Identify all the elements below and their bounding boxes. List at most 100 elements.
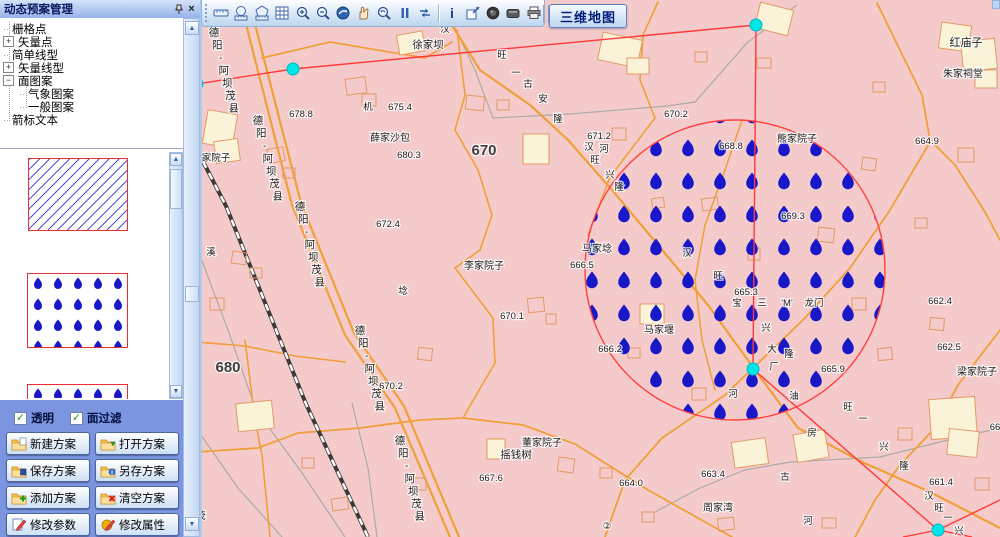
toolbar-grip[interactable]	[204, 3, 209, 23]
vertex-handle[interactable]	[747, 363, 759, 375]
scroll-down-icon[interactable]: ▼	[185, 517, 199, 531]
building-footprint	[627, 58, 649, 74]
tree-item-arrow-text[interactable]: ··箭标文本	[3, 113, 58, 126]
road-name-label: 茂	[411, 497, 422, 510]
vertex-handle[interactable]	[750, 19, 762, 31]
tree-branch-icon: ··	[3, 24, 9, 34]
map-label: 汉	[924, 491, 934, 502]
map-label: 675.4	[388, 102, 412, 113]
modify-props-button[interactable]: 修改属性	[95, 513, 179, 536]
export-icon[interactable]	[463, 2, 483, 24]
folder-save-icon	[11, 463, 27, 478]
vertex-handle[interactable]	[287, 63, 299, 75]
zoom-previous-icon[interactable]	[374, 2, 394, 24]
road-name-label: 德	[355, 324, 366, 337]
map-label: 670.2	[379, 381, 403, 392]
tree-branch-icon: ··	[19, 89, 25, 99]
road-name-label: 茂	[225, 89, 236, 102]
road-name-label: 县	[415, 511, 426, 523]
sidebar-scrollbar[interactable]: ▲ ▼	[183, 18, 200, 537]
scrollbar-thumb[interactable]	[185, 286, 199, 302]
map-3d-button[interactable]: 三维地图	[549, 4, 627, 28]
map-label: 旺	[590, 155, 600, 166]
map-label: 一	[511, 68, 521, 79]
pan-hand-icon[interactable]	[354, 2, 374, 24]
new-plan-button[interactable]: 新建方案	[6, 432, 90, 455]
map-label: 龙门	[804, 297, 823, 309]
clear-plan-button[interactable]: 清空方案	[95, 486, 179, 509]
modify-params-button[interactable]: 修改参数	[6, 513, 90, 536]
open-plan-button[interactable]: 打开方案	[95, 432, 179, 455]
map-label: 隆	[899, 460, 909, 472]
map-label: 油	[789, 390, 799, 402]
button-label: 修改属性	[119, 517, 165, 533]
road-name-label: 茂	[269, 177, 280, 190]
snapshot-icon[interactable]	[483, 2, 503, 24]
scroll-up-icon[interactable]: ▲	[185, 21, 199, 35]
info-icon[interactable]: i	[442, 2, 462, 24]
map-canvas[interactable]: 徐家坝汉旺一古安隆机675.4678.8薛家沙包680.3670671.2汉河旺…	[200, 0, 1000, 537]
save-plan-button[interactable]: 保存方案	[6, 459, 90, 482]
map-label: 兴	[879, 442, 889, 453]
map-label: 埝	[398, 285, 408, 297]
pattern-fill-region[interactable]	[585, 120, 885, 420]
map-label: 旺	[713, 271, 723, 282]
scan-icon[interactable]	[503, 2, 523, 24]
map-label: 熊家院子	[777, 132, 817, 145]
zoom-out-icon[interactable]	[313, 2, 333, 24]
zoom-in-icon[interactable]	[292, 2, 312, 24]
map-label: 古	[780, 471, 790, 483]
pin-icon[interactable]	[172, 3, 185, 16]
hatch-pattern-swatch[interactable]	[28, 158, 128, 231]
measure-distance-icon[interactable]	[211, 2, 231, 24]
refresh-icon[interactable]	[415, 2, 435, 24]
scrollbar-thumb[interactable]	[170, 169, 182, 209]
road-name-label: 阳	[398, 448, 409, 460]
map-label: 周家湾	[703, 501, 733, 514]
drops-pattern-swatch-partial[interactable]	[27, 384, 128, 399]
road-name-label: 德	[209, 26, 220, 39]
map-label: 宝	[732, 297, 742, 309]
globe-icon[interactable]	[333, 2, 353, 24]
building-footprint	[236, 400, 275, 432]
checkbox-check-icon[interactable]: ✓	[14, 412, 27, 425]
road-name-label: 阿	[219, 65, 230, 77]
measure-area-icon[interactable]	[252, 2, 272, 24]
road-name-label: 阳	[298, 214, 309, 226]
map-toolbar: i	[201, 0, 545, 27]
pause-icon[interactable]	[394, 2, 414, 24]
scroll-up-icon[interactable]: ▲	[170, 153, 182, 166]
map-label: 朱家祠堂	[943, 67, 983, 80]
map-label: 房	[807, 427, 817, 439]
add-plan-button[interactable]: 添加方案	[6, 486, 90, 509]
vertex-handle[interactable]	[932, 524, 944, 536]
building-footprint	[947, 429, 980, 458]
checkbox-check-icon[interactable]: ✓	[70, 412, 83, 425]
expand-plus-icon[interactable]: +	[3, 62, 14, 73]
collapse-minus-icon[interactable]: −	[3, 75, 14, 86]
road-name-label: 县	[315, 277, 326, 289]
map-label: 马家堰	[644, 323, 674, 336]
road-name-label: 坝	[408, 484, 419, 497]
transparent-checkbox[interactable]: ✓透明	[14, 410, 54, 426]
close-icon[interactable]: ×	[185, 3, 198, 16]
map-label: 666.2	[598, 344, 622, 355]
map-label: 一	[943, 513, 953, 524]
drops-pattern-swatch[interactable]	[27, 273, 128, 348]
map-label: 664.0	[619, 478, 643, 489]
scroll-down-icon[interactable]: ▼	[170, 385, 182, 398]
saveas-plan-button[interactable]: i另存方案	[95, 459, 179, 482]
tree-branch-icon: ··	[3, 50, 9, 60]
map-label: 670	[471, 142, 496, 159]
pattern-scrollbar[interactable]: ▲ ▼	[169, 152, 183, 399]
road-name-label: 阿	[263, 153, 274, 165]
map-label: 红庙子	[950, 35, 983, 49]
expand-plus-icon[interactable]: +	[3, 36, 14, 47]
measure-circle-icon[interactable]	[231, 2, 251, 24]
grid-icon[interactable]	[272, 2, 292, 24]
map-label: 三	[757, 298, 767, 309]
area-filter-checkbox[interactable]: ✓面过滤	[70, 410, 122, 426]
map-label: 66	[990, 422, 1000, 433]
print-icon[interactable]	[524, 2, 544, 24]
map-label: 汉	[584, 142, 594, 153]
